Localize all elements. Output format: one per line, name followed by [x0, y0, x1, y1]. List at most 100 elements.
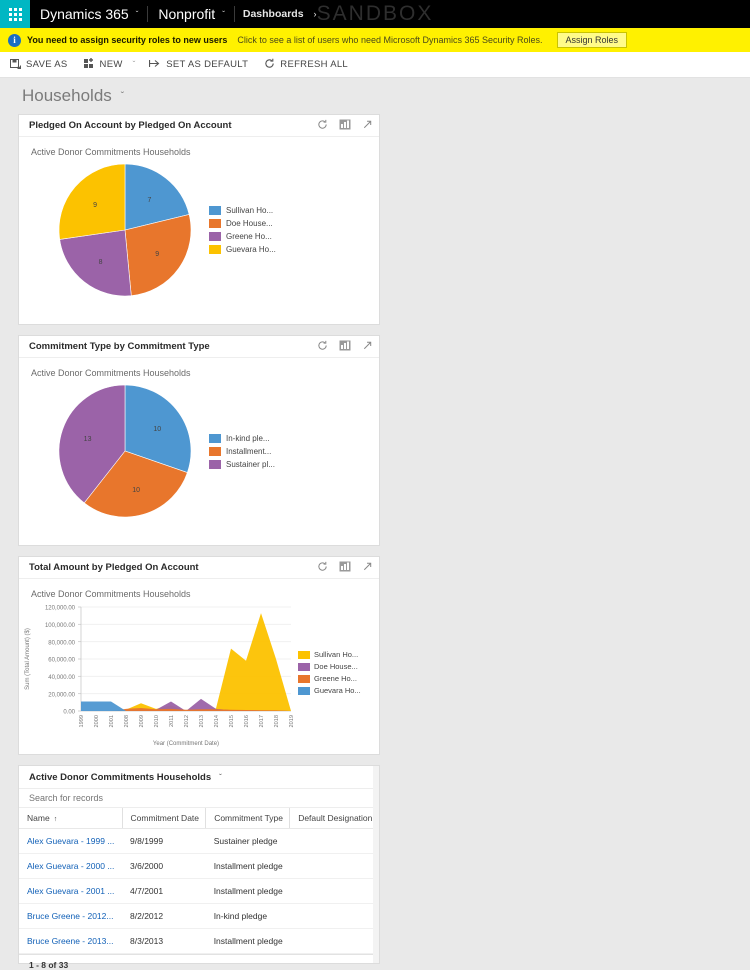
new-icon: [83, 57, 100, 72]
svg-text:2015: 2015: [229, 715, 235, 727]
legend-item[interactable]: Installment...: [209, 446, 275, 456]
chevron-right-icon: ›: [313, 9, 317, 19]
panel-title: Total Amount by Pledged On Account: [29, 562, 199, 573]
cell-date: 9/8/1999: [122, 828, 206, 854]
info-icon: i: [8, 33, 21, 47]
chevron-down-icon: ˇ: [135, 9, 139, 19]
refresh-icon[interactable]: [317, 117, 328, 135]
expand-icon[interactable]: [362, 117, 373, 135]
table-row[interactable]: Bruce Greene - 2012... 8/2/2012 In-kind pl…: [19, 903, 379, 929]
legend-swatch: [298, 650, 310, 659]
chart-subtitle: Active Donor Commitments Households: [31, 368, 191, 378]
svg-text:2019: 2019: [289, 715, 294, 727]
panel-header-icons: [317, 338, 373, 356]
legend-swatch: [209, 433, 221, 443]
legend-label: Sullivan Ho...: [226, 206, 274, 215]
nav-product-dynamics365[interactable]: Dynamics 365 ˇ: [30, 0, 149, 28]
table-row[interactable]: Bruce Greene - 2013... 8/3/2013 Installmen…: [19, 928, 379, 954]
legend-item[interactable]: Sullivan Ho...: [209, 206, 276, 215]
cell-name[interactable]: Alex Guevara - 1999 ...: [19, 828, 123, 854]
svg-text:40,000.00: 40,000.00: [48, 675, 75, 681]
column-header-commitment-date[interactable]: Commitment Date: [121, 808, 206, 829]
nav-app-nonprofit[interactable]: Nonprofit ˇ: [148, 0, 236, 28]
legend-swatch: [209, 206, 221, 215]
cell-designation: [289, 928, 379, 954]
legend-item[interactable]: Sullivan Ho...: [298, 650, 361, 659]
table-row[interactable]: Alex Guevara - 2000 ... 3/6/2000 Installme…: [19, 853, 379, 879]
legend-item[interactable]: Sustainer pl...: [209, 459, 275, 469]
security-roles-notification[interactable]: i You need to assign security roles to n…: [0, 28, 750, 52]
svg-text:120,000.00: 120,000.00: [45, 606, 76, 612]
expand-icon[interactable]: [362, 338, 373, 356]
save-as-button[interactable]: SAVE AS: [10, 58, 68, 72]
svg-text:2001: 2001: [109, 715, 115, 727]
cell-name[interactable]: Alex Guevara - 2001 ...: [19, 878, 123, 904]
set-default-icon: [149, 58, 166, 72]
svg-text:10: 10: [132, 486, 140, 493]
refresh-icon[interactable]: [317, 338, 328, 356]
grid-header: Active Donor Commitments Households ˇ: [19, 766, 379, 788]
assign-roles-button[interactable]: Assign Roles: [556, 32, 628, 48]
svg-text:2014: 2014: [214, 715, 220, 727]
cell-name[interactable]: Bruce Greene - 2012...: [19, 903, 123, 929]
cell-date: 4/7/2001: [122, 878, 206, 904]
legend-item[interactable]: Greene Ho...: [209, 232, 276, 241]
cell-designation: [289, 853, 379, 879]
panel-header-icons: [317, 117, 373, 135]
search-input[interactable]: [27, 792, 371, 804]
chart-type-icon[interactable]: [339, 559, 351, 577]
legend-item[interactable]: Greene Ho...: [298, 674, 361, 683]
legend-label: Greene Ho...: [314, 674, 357, 683]
svg-text:2008: 2008: [124, 715, 130, 727]
grid-scrollbar[interactable]: [373, 766, 379, 963]
svg-text:7: 7: [148, 196, 152, 203]
refresh-all-button[interactable]: REFRESH ALL: [264, 58, 348, 72]
table-row[interactable]: Alex Guevara - 2001 ... 4/7/2001 Installme…: [19, 878, 379, 904]
chart-legend: Sullivan Ho... Doe House... Greene Ho... Gu…: [298, 650, 361, 698]
column-header-label: Commitment Type: [214, 813, 283, 823]
new-button[interactable]: NEW: [83, 57, 123, 72]
legend-item[interactable]: Doe House...: [209, 219, 276, 228]
legend-label: Greene Ho...: [226, 232, 272, 241]
panel-pledged-on-account: Pledged On Account by Pledged On Account…: [18, 114, 380, 325]
cell-designation: [289, 878, 379, 904]
expand-icon[interactable]: [362, 559, 373, 577]
refresh-icon[interactable]: [317, 559, 328, 577]
column-header-commitment-type[interactable]: Commitment Type: [205, 808, 290, 829]
cell-date: 8/2/2012: [122, 903, 206, 929]
cell-designation: [289, 828, 379, 854]
chart-type-icon[interactable]: [339, 117, 351, 135]
table-row[interactable]: Alex Guevara - 1999 ... 9/8/1999 Sustainer…: [19, 828, 379, 854]
panel-title: Pledged On Account by Pledged On Account: [29, 120, 232, 131]
pie-chart-pledged-on-account: 7 9 8 9 Sullivan Ho... Doe House... Greene Ho…: [19, 157, 379, 307]
legend-item[interactable]: Doe House...: [298, 662, 361, 671]
svg-text:2000: 2000: [94, 715, 100, 727]
cell-type: Installment pledge: [205, 878, 290, 904]
legend-swatch: [298, 686, 310, 695]
chevron-down-icon[interactable]: ˇ: [219, 773, 222, 782]
new-split-chevron-icon[interactable]: ˇ: [133, 60, 136, 69]
panel-header: Total Amount by Pledged On Account: [19, 557, 379, 579]
cell-name[interactable]: Bruce Greene - 2013...: [19, 928, 123, 954]
legend-swatch: [298, 674, 310, 683]
svg-text:10: 10: [153, 426, 161, 433]
nav-app-label: Nonprofit: [158, 6, 216, 22]
svg-text:2010: 2010: [154, 715, 160, 727]
legend-item[interactable]: Guevara Ho...: [209, 245, 276, 254]
legend-item[interactable]: In-kind ple...: [209, 433, 275, 443]
breadcrumb-dashboards[interactable]: Dashboards ›: [235, 0, 325, 28]
column-header-default-designation[interactable]: Default Designation: [289, 808, 379, 829]
chart-type-icon[interactable]: [339, 338, 351, 356]
cell-type: Installment pledge: [205, 853, 290, 879]
svg-text:1999: 1999: [79, 715, 85, 727]
set-as-default-button[interactable]: SET AS DEFAULT: [149, 58, 248, 72]
chevron-down-icon[interactable]: ˇ: [121, 91, 124, 102]
legend-item[interactable]: Guevara Ho...: [298, 686, 361, 695]
chevron-down-icon: ˇ: [222, 9, 225, 19]
waffle-icon[interactable]: [0, 0, 30, 28]
column-header-name[interactable]: Name ↑: [19, 808, 123, 829]
refresh-all-label: REFRESH ALL: [280, 59, 348, 70]
breadcrumb-label: Dashboards: [242, 8, 304, 20]
new-label: NEW: [99, 59, 123, 70]
cell-name[interactable]: Alex Guevara - 2000 ...: [19, 853, 123, 879]
